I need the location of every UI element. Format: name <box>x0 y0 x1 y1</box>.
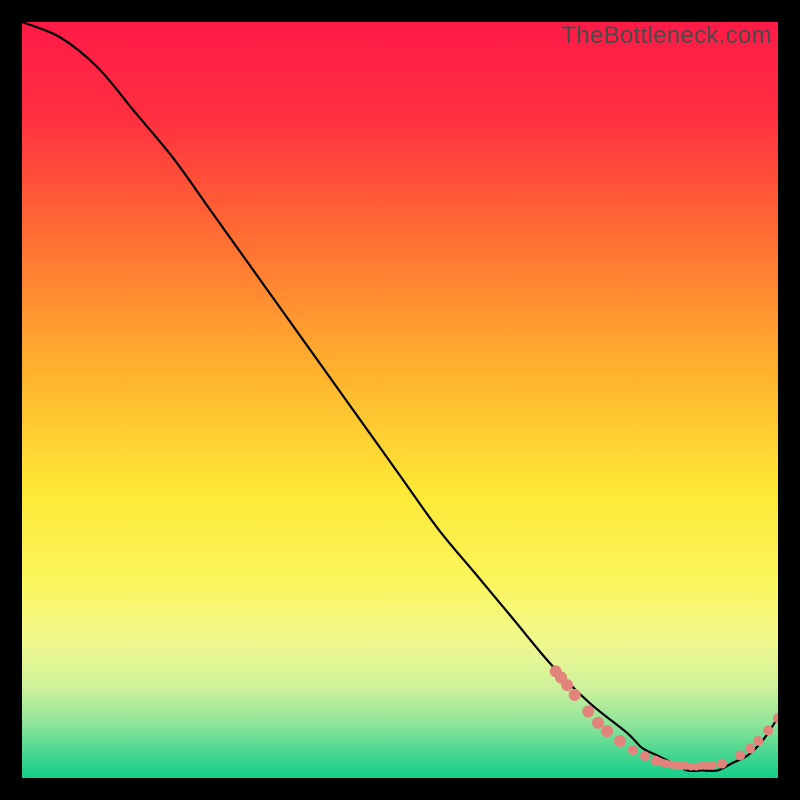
data-marker <box>753 736 763 746</box>
bottleneck-curve <box>22 22 778 771</box>
data-marker <box>569 689 581 701</box>
data-marker <box>628 745 638 755</box>
data-marker <box>745 744 755 754</box>
data-marker <box>614 735 626 747</box>
data-marker <box>640 751 650 761</box>
plot-area: TheBottleneck.com <box>22 22 778 778</box>
data-marker <box>763 725 773 735</box>
data-marker <box>735 750 745 760</box>
chart-container: TheBottleneck.com <box>0 0 800 800</box>
curve-layer <box>22 22 778 778</box>
data-markers <box>550 665 778 770</box>
data-marker <box>773 713 778 723</box>
data-marker <box>717 759 727 769</box>
watermark-text: TheBottleneck.com <box>561 22 772 50</box>
data-marker <box>601 725 613 737</box>
data-marker <box>592 717 604 729</box>
data-marker <box>582 705 594 717</box>
data-marker <box>561 679 573 691</box>
data-marker <box>709 761 717 769</box>
